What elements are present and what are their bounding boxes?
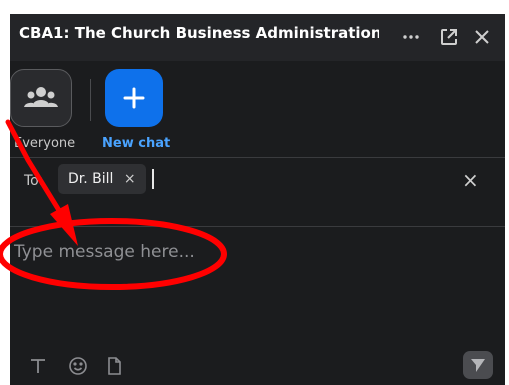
text-caret	[152, 169, 154, 189]
recipient-picker: Everyone New chat	[10, 61, 505, 158]
plus-icon	[123, 87, 145, 109]
text-format-icon[interactable]	[26, 354, 50, 378]
chat-panel: CBA1: The Church Business Administration…	[10, 14, 505, 385]
file-icon[interactable]	[102, 354, 126, 378]
popout-icon[interactable]	[438, 26, 460, 48]
message-input[interactable]: Type message here...	[14, 242, 195, 262]
send-icon	[471, 359, 485, 372]
to-field[interactable]: To: Dr. Bill × ×	[10, 158, 505, 227]
recipient-chip[interactable]: Dr. Bill ×	[58, 164, 146, 194]
to-label: To:	[24, 173, 44, 189]
picker-divider	[90, 79, 91, 121]
everyone-button[interactable]	[10, 69, 72, 127]
recipient-chip-name: Dr. Bill	[68, 171, 114, 187]
send-button[interactable]	[463, 351, 493, 379]
new-chat-button[interactable]	[105, 69, 163, 127]
clear-recipients-icon[interactable]: ×	[462, 168, 479, 192]
group-icon	[24, 87, 58, 107]
new-chat-label[interactable]: New chat	[102, 136, 170, 151]
window-title: CBA1: The Church Business Administration…	[19, 24, 379, 42]
title-bar: CBA1: The Church Business Administration…	[10, 14, 505, 61]
emoji-icon[interactable]	[66, 354, 90, 378]
close-icon[interactable]	[471, 26, 493, 48]
everyone-label: Everyone	[14, 136, 76, 151]
remove-recipient-icon[interactable]: ×	[124, 171, 136, 187]
more-icon[interactable]	[400, 26, 422, 48]
